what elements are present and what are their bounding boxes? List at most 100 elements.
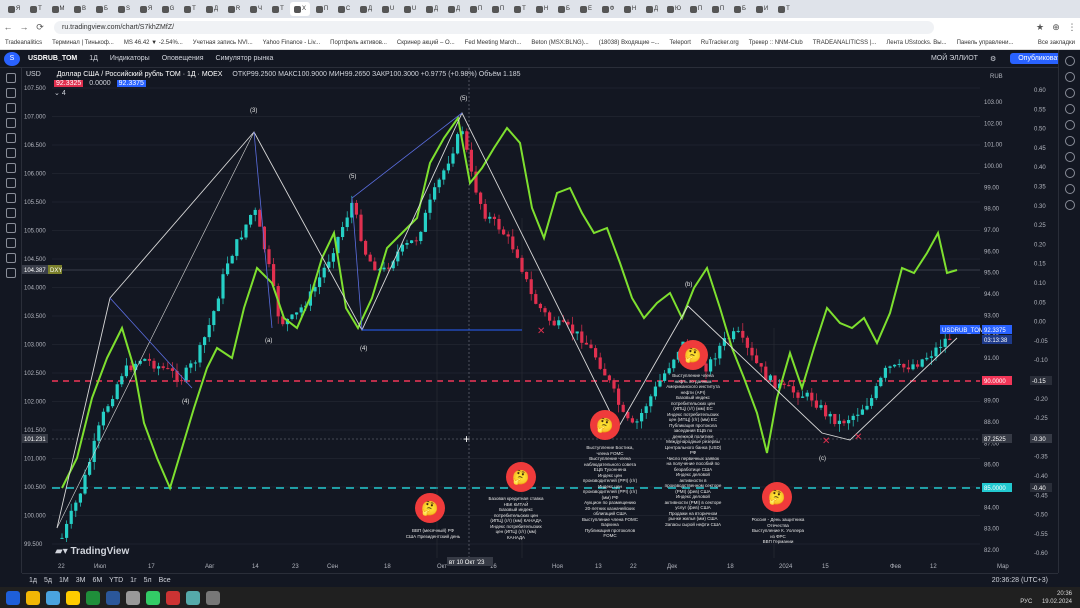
economic-event-emoji-icon[interactable]: 🤔 xyxy=(590,410,620,440)
browser-tab[interactable]: Т xyxy=(510,2,530,16)
replay-button[interactable]: Симулятор рынка xyxy=(216,55,274,62)
help-icon[interactable] xyxy=(1065,200,1075,210)
trash-icon[interactable] xyxy=(6,253,16,263)
bookmark-item[interactable]: Beton (MSX:BLNG)... xyxy=(531,40,588,46)
tray-time[interactable]: 20:36 xyxy=(1057,591,1072,597)
browser-tab[interactable]: П xyxy=(708,2,728,16)
news-icon[interactable] xyxy=(1065,136,1075,146)
browser-tab[interactable]: Т xyxy=(268,2,288,16)
sell-price[interactable]: 92.3325 xyxy=(54,80,84,87)
crosshair-icon[interactable] xyxy=(6,73,16,83)
bookmark-item[interactable]: Скринер акций – О... xyxy=(397,40,455,46)
clock-readout[interactable]: 20:36:28 (UTC+3) xyxy=(992,577,1048,584)
word-icon[interactable] xyxy=(106,590,120,605)
browser-tab[interactable]: T xyxy=(180,2,200,16)
browser-tab[interactable]: Б xyxy=(554,2,574,16)
zoom-icon[interactable] xyxy=(6,193,16,203)
alerts-clock-icon[interactable] xyxy=(1065,72,1075,82)
app-icon[interactable] xyxy=(186,590,200,605)
bookmark-item[interactable]: Tradeanalitics xyxy=(5,40,42,46)
buy-price[interactable]: 92.3375 xyxy=(116,80,146,87)
browser-tab[interactable]: П xyxy=(466,2,486,16)
browser-tab[interactable]: И xyxy=(752,2,772,16)
interval-button[interactable]: 1Д xyxy=(89,55,98,62)
economic-event-emoji-icon[interactable]: 🤔 xyxy=(506,462,536,492)
reload-icon[interactable]: ⟳ xyxy=(32,22,48,33)
lock-icon[interactable] xyxy=(6,223,16,233)
hotlist-icon[interactable] xyxy=(1065,152,1075,162)
chat-icon[interactable] xyxy=(1065,88,1075,98)
bookmark-item[interactable]: Yahoo Finance - Liv... xyxy=(263,40,320,46)
screener-icon[interactable] xyxy=(1065,168,1075,178)
browser-tab[interactable]: Ч xyxy=(246,2,266,16)
indicators-button[interactable]: Индикаторы xyxy=(110,55,150,62)
notifications-icon[interactable] xyxy=(1065,184,1075,194)
app-icon[interactable] xyxy=(206,590,220,605)
browser-tab[interactable]: U xyxy=(378,2,398,16)
range-button[interactable]: YTD xyxy=(109,577,123,584)
chrome-icon[interactable] xyxy=(46,590,60,605)
wave-label[interactable]: (b) xyxy=(685,282,692,288)
symbol-search-button[interactable]: USDRUB_TOM xyxy=(28,55,77,62)
fib-icon[interactable] xyxy=(6,103,16,113)
bookmark-item[interactable]: Лента USstocks. Вы... xyxy=(886,40,946,46)
wave-label[interactable]: (5) xyxy=(349,174,356,180)
blue-wave-line[interactable] xyxy=(109,297,193,389)
browser-tab[interactable]: Т xyxy=(774,2,794,16)
economic-event-emoji-icon[interactable]: 🤔 xyxy=(678,340,708,370)
browser-tab[interactable]: С xyxy=(334,2,354,16)
browser-tab[interactable]: Я xyxy=(136,2,156,16)
browser-tab[interactable]: Ю xyxy=(664,2,684,16)
browser-tab[interactable]: Д xyxy=(444,2,464,16)
range-button[interactable]: 5д xyxy=(44,577,52,584)
browser-tab[interactable]: П xyxy=(686,2,706,16)
start-icon[interactable] xyxy=(6,590,20,605)
wave-channel-line[interactable] xyxy=(56,131,255,529)
bookmark-item[interactable]: Teleport xyxy=(670,40,691,46)
pattern-icon[interactable] xyxy=(6,118,16,128)
magnet-icon[interactable] xyxy=(6,208,16,218)
browser-tab[interactable]: Д xyxy=(642,2,662,16)
back-icon[interactable]: ← xyxy=(0,22,16,32)
range-button[interactable]: Все xyxy=(159,577,171,584)
bookmark-item[interactable]: TRADEANALITICSS |... xyxy=(813,40,877,46)
browser-tab[interactable]: Ф xyxy=(598,2,618,16)
search-icon[interactable] xyxy=(26,590,40,605)
wave-label[interactable]: (c) xyxy=(819,456,826,462)
browser-tab[interactable]: В xyxy=(70,2,90,16)
browser-tab[interactable]: Е xyxy=(576,2,596,16)
wave-label[interactable]: (a) xyxy=(265,338,272,344)
blue-wave-line[interactable] xyxy=(351,112,463,331)
ruler-icon[interactable] xyxy=(6,178,16,188)
browser-tab[interactable]: Д xyxy=(422,2,442,16)
eye-icon[interactable] xyxy=(6,238,16,248)
alerts-button[interactable]: Оповещения xyxy=(162,55,204,62)
text-icon[interactable] xyxy=(6,148,16,158)
range-button[interactable]: 5л xyxy=(144,577,152,584)
explorer-icon[interactable] xyxy=(66,590,80,605)
browser-tab[interactable]: Б xyxy=(730,2,750,16)
range-button[interactable]: 3М xyxy=(76,577,86,584)
bookmark-item[interactable]: Трекер :: NNM-Club xyxy=(749,40,803,46)
browser-tab[interactable]: Д xyxy=(356,2,376,16)
wave-label[interactable]: (4) xyxy=(360,346,367,352)
bookmark-item[interactable]: (18038) Входящие –... xyxy=(599,40,660,46)
layout-name-button[interactable]: МОЙ ЭЛЛИОТ xyxy=(931,55,978,62)
browser-tab[interactable]: Б xyxy=(92,2,112,16)
calendar-icon[interactable] xyxy=(1065,120,1075,130)
trendline-icon[interactable] xyxy=(6,88,16,98)
browser-tab[interactable]: М xyxy=(48,2,68,16)
collapse-chevron-icon[interactable]: ⌄ xyxy=(54,90,60,97)
browser-tab[interactable]: Т xyxy=(26,2,46,16)
browser-tab[interactable]: Н xyxy=(620,2,640,16)
browser-tab[interactable]: Д xyxy=(202,2,222,16)
bookmark-item[interactable]: Панель управлени... xyxy=(957,40,1014,46)
measure-icon[interactable] xyxy=(6,163,16,173)
browser-tab[interactable]: S xyxy=(114,2,134,16)
browser-tab[interactable]: Х xyxy=(290,2,310,16)
extensions-icon[interactable]: ⊕ xyxy=(1048,22,1064,33)
tradingview-logo-icon[interactable]: S xyxy=(4,51,20,66)
browser-tab[interactable]: G xyxy=(158,2,178,16)
watchlist-icon[interactable] xyxy=(1065,56,1075,66)
settings-gear-icon[interactable]: ⚙ xyxy=(990,55,996,63)
